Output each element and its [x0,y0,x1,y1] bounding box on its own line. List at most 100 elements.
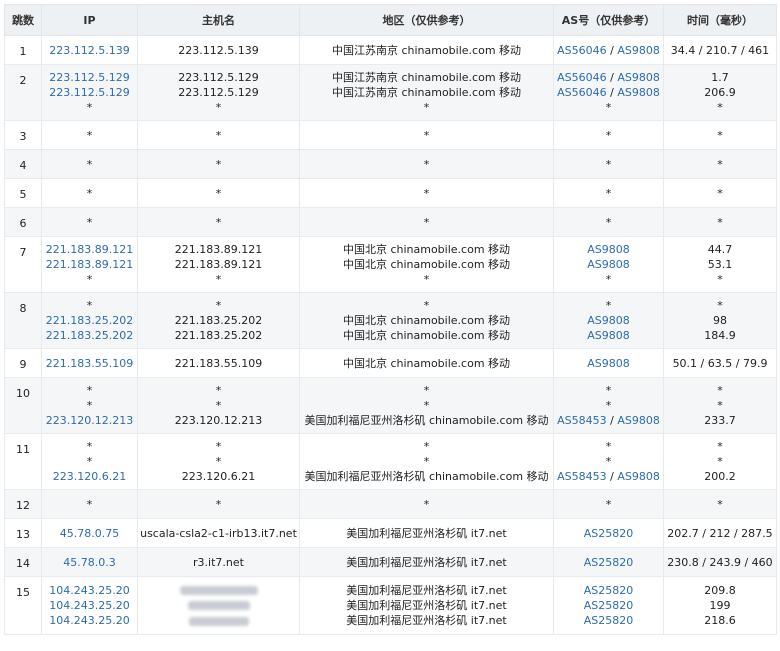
as-link[interactable]: AS9808 [587,258,630,271]
as-link[interactable]: AS9808 [587,329,630,342]
as-link[interactable]: AS56046 [557,86,607,99]
as-link[interactable]: AS58453 [557,470,607,483]
blurred-text [188,616,249,626]
latency-value: * [717,273,723,286]
table-row: 14 45.78.0.3 r3.it7.net 美国加利福尼亚州洛杉矶 it7.net… [4,547,777,577]
as-link[interactable]: AS9808 [587,314,630,327]
latency-value: 209.8 [704,583,736,597]
blurred-text [187,601,250,610]
as-link[interactable]: AS25820 [584,527,634,540]
hop-number: 14 [4,547,42,577]
region-cell: 美国加利福尼亚州洛杉矶 it7.net [299,518,554,548]
as-cell: AS9808 [553,348,664,378]
ip-link[interactable]: 45.78.0.3 [44,555,135,570]
region-cell: 中国北京 chinamobile.com 移动 中国北京 chinamobile.… [299,236,554,293]
as-link[interactable]: AS9808 [617,44,660,57]
ip-timeout: * [86,157,93,171]
as-link[interactable]: AS25820 [584,584,634,597]
ip-cell: * [41,207,138,237]
hop-number: 5 [4,178,42,208]
time-cell: * [663,120,777,150]
region-text: 中国江苏南京 chinamobile.com 移动 [331,86,522,99]
hop-number: 11 [4,433,42,490]
ip-link[interactable]: 104.243.25.20 [44,583,135,598]
as-line: AS25820 [556,613,661,628]
as-line: AS25820 [556,583,661,598]
hop-number: 8 [4,292,42,349]
ip-cell: * 221.183.25.202 221.183.25.202 [41,292,138,349]
hostname: 221.183.89.121 [174,258,263,271]
latency-value: 206.9 [704,86,736,99]
region-cell: 中国北京 chinamobile.com 移动 [299,348,554,378]
hop-number: 3 [4,120,42,150]
region-text: * [423,299,430,312]
region-text: * [423,455,430,468]
as-separator: / [606,43,618,57]
ip-link[interactable]: 223.112.5.129 [44,70,135,85]
latency-value: 50.1 / 63.5 / 79.9 [672,356,768,370]
ip-link[interactable]: 104.243.25.20 [44,613,135,628]
ip-cell: * [41,149,138,179]
time-cell: * [663,149,777,179]
redacted-hostname [140,613,297,629]
hostname: * [215,186,222,200]
ip-timeout: * [86,384,93,397]
as-link[interactable]: AS56046 [557,44,607,57]
ip-link[interactable]: 221.183.25.202 [44,328,135,343]
ip-link[interactable]: 221.183.89.121 [44,257,135,272]
time-cell: * [663,178,777,208]
header-time: 时间（毫秒） [663,4,777,36]
as-line: AS9808 [556,242,661,257]
latency-value: * [717,384,723,397]
region-text: 中国北京 chinamobile.com 移动 [342,243,511,256]
as-link[interactable]: AS56046 [557,71,607,84]
hostname: 221.183.55.109 [174,356,263,370]
header-hostname: 主机名 [137,4,300,36]
table-row: 4 * * * * * [4,149,777,179]
as-separator: / [606,86,618,99]
table-row: 2 223.112.5.129 223.112.5.129 * 223.112.5.12… [4,64,777,121]
ip-cell: 221.183.89.121 221.183.89.121 * [41,236,138,293]
ip-link[interactable]: 223.112.5.139 [44,43,135,58]
ip-link[interactable]: 223.120.6.21 [44,469,135,484]
as-link[interactable]: AS9808 [617,71,660,84]
as-cell: AS9808 AS9808 * [553,236,664,293]
latency-value: * [717,299,723,312]
latency-value: 34.4 / 210.7 / 461 [670,43,770,57]
ip-cell: * [41,120,138,150]
ip-link[interactable]: 221.183.25.202 [44,313,135,328]
as-link[interactable]: AS9808 [617,470,660,483]
ip-link[interactable]: 221.183.55.109 [44,356,135,371]
ip-link[interactable]: 223.112.5.129 [44,85,135,100]
as-link[interactable]: AS9808 [617,414,660,427]
as-line: AS9808 [556,313,661,328]
as-link[interactable]: AS25820 [584,556,634,569]
latency-value: * [717,186,723,200]
time-cell: * 98 184.9 [663,292,777,349]
table-row: 10 * * 223.120.12.213 * * 223.120.12.213 * * 美国加利… [4,377,777,434]
as-line: AS58453 / AS9808 [556,469,661,484]
ip-link[interactable]: 221.183.89.121 [44,242,135,257]
as-link[interactable]: AS9808 [587,357,630,370]
region-text: 美国加利福尼亚州洛杉矶 chinamobile.com 移动 [304,414,549,427]
as-link[interactable]: AS9808 [617,86,660,99]
ip-link[interactable]: 45.78.0.75 [44,526,135,541]
ip-link[interactable]: 104.243.25.20 [44,598,135,613]
hostname: * [215,299,222,312]
region-text: 美国加利福尼亚州洛杉矶 it7.net [346,598,507,612]
as-link[interactable]: AS58453 [557,414,607,427]
as-link[interactable]: AS9808 [587,243,630,256]
as-timeout: * [605,440,612,453]
ip-link[interactable]: 223.120.12.213 [44,413,135,428]
latency-value: 218.6 [704,613,736,627]
time-cell: * * 233.7 [663,377,777,434]
ip-timeout: * [86,128,93,142]
hostname-cell: * [137,149,300,179]
hostname-cell: * * 223.120.12.213 [137,377,300,434]
hostname-cell: * [137,178,300,208]
time-cell: 50.1 / 63.5 / 79.9 [663,348,777,378]
as-link[interactable]: AS25820 [584,599,634,612]
hostname-cell: * [137,207,300,237]
hostname: * [215,384,222,397]
as-link[interactable]: AS25820 [584,614,634,627]
